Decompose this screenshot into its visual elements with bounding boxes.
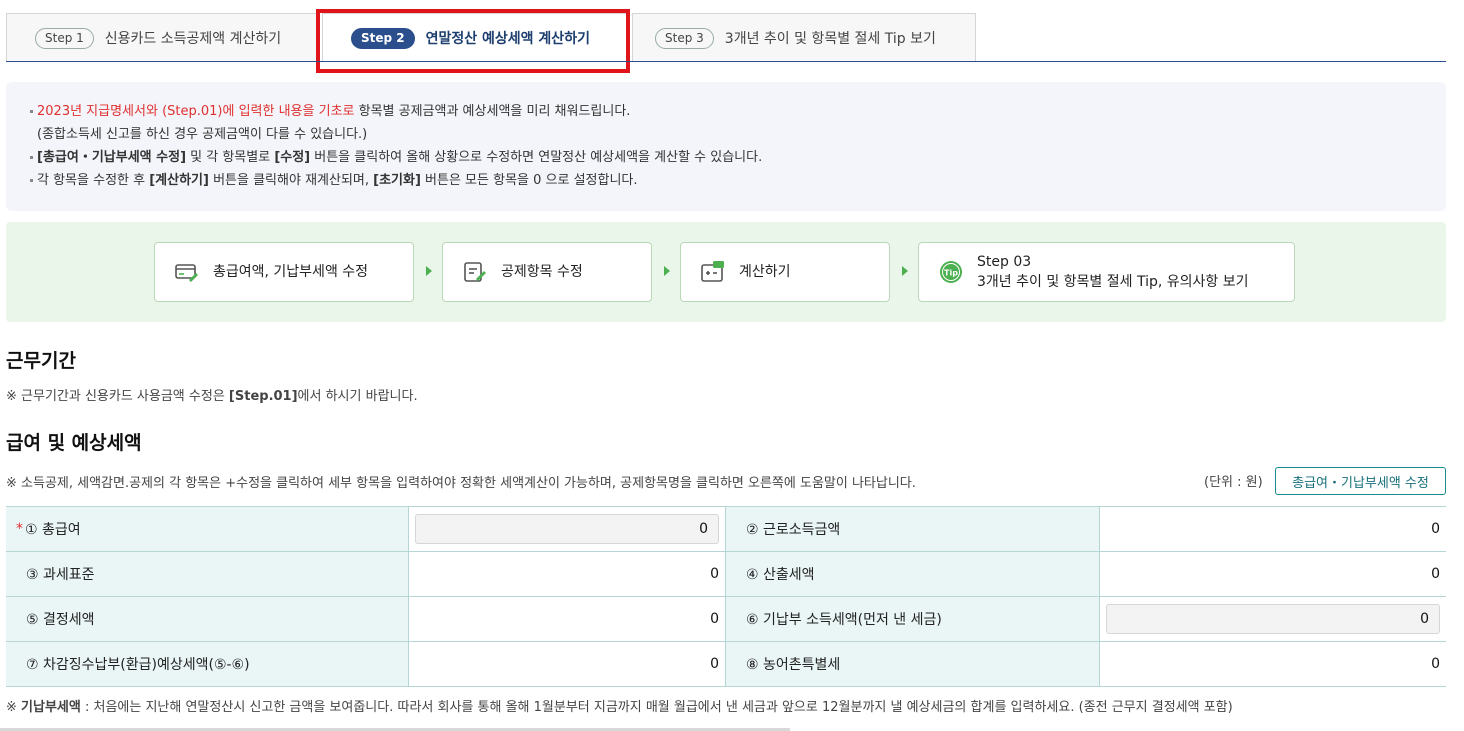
determined-tax-value: 0	[409, 597, 726, 641]
flow-edit-salary-button[interactable]: 총급여액, 기납부세액 수정	[154, 242, 414, 302]
tab-step3-pill: Step 3	[655, 27, 714, 49]
notice-line-3: 각 항목을 수정한 후 [계산하기] 버튼을 클릭해야 재계산되며, [초기화]…	[30, 169, 1422, 192]
note-text: 에서 하시기 바랍니다.	[297, 389, 418, 404]
calculator-icon	[701, 261, 724, 282]
footnote-bold: 기납부세액	[21, 700, 81, 715]
footnote-text: ※	[6, 700, 22, 715]
prepaid-tax-value: 0	[1100, 597, 1446, 641]
notice-bold: [총급여・기납부세액 수정]	[37, 150, 187, 165]
notice-bold: [계산하기]	[149, 173, 209, 188]
total-salary-input[interactable]: 0	[415, 514, 719, 544]
row-label: ① 총급여	[25, 522, 81, 538]
note-text: ※ 근무기간과 신용카드 사용금액 수정은	[6, 389, 229, 404]
salary-note: ※ 소득공제, 세액감면.공제의 각 항목은 +수정을 클릭하여 세부 항목을 …	[6, 476, 916, 491]
earned-income-label[interactable]: ② 근로소득금액	[726, 507, 1100, 551]
unit-label: (단위 : 원)	[1204, 475, 1263, 490]
work-period-note: ※ 근무기간과 신용카드 사용금액 수정은 [Step.01]에서 하시기 바랍…	[6, 385, 418, 404]
notice-highlight: 2023년 지급명세서와 (Step.01)에 입력한 내용을 기초로	[37, 104, 355, 119]
prepaid-tax-footnote: ※ 기납부세액 : 처음에는 지난해 연말정산시 신고한 금액을 보여줍니다. …	[6, 696, 1233, 715]
notice-text: 각 항목을 수정한 후	[37, 173, 150, 188]
notice-line-1: 2023년 지급명세서와 (Step.01)에 입력한 내용을 기초로 항목별 …	[30, 100, 1422, 123]
tab-step3-label: 3개년 추이 및 항목별 절세 Tip 보기	[724, 31, 936, 47]
work-period-title: 근무기간	[6, 350, 76, 372]
refund-estimate-label[interactable]: ⑦ 차감징수납부(환급)예상세액(⑤-⑥)	[6, 642, 409, 686]
rural-special-tax-label[interactable]: ⑧ 농어촌특별세	[726, 642, 1100, 686]
flow-step1-label: 총급여액, 기납부세액 수정	[213, 264, 369, 280]
flow-arrow-icon	[902, 266, 908, 276]
determined-tax-label[interactable]: ⑤ 결정세액	[6, 597, 409, 641]
notice-line-1-cont: (종합소득세 신고를 하신 경우 공제금액이 다를 수 있습니다.)	[37, 127, 368, 142]
flow-step4-text: Step 03 3개년 추이 및 항목별 절세 Tip, 유의사항 보기	[977, 252, 1249, 292]
flow-step2-label: 공제항목 수정	[501, 264, 583, 280]
notice-text: 및 각 항목별로	[186, 150, 275, 165]
total-salary-value: 0	[409, 507, 726, 551]
notice-text: 항목별 공제금액과 예상세액을 미리 채워드립니다.	[354, 104, 631, 119]
card-edit-icon	[175, 264, 198, 282]
calculated-tax-label[interactable]: ④ 산출세액	[726, 552, 1100, 596]
notice-bold: [수정]	[274, 150, 311, 165]
table-row: ⑤ 결정세액 0 ⑥ 기납부 소득세액(먼저 낸 세금) 0	[6, 597, 1446, 642]
document-edit-icon	[464, 262, 486, 282]
tax-base-value: 0	[409, 552, 726, 596]
prepaid-tax-label[interactable]: ⑥ 기납부 소득세액(먼저 낸 세금)	[726, 597, 1100, 641]
notice-text: 버튼은 모든 항목을 0 으로 설정합니다.	[420, 173, 638, 188]
rural-special-tax-value: 0	[1431, 656, 1440, 672]
footnote-text: : 처음에는 지난해 연말정산시 신고한 금액을 보여줍니다. 따라서 회사를 …	[80, 700, 1233, 715]
info-notice: 2023년 지급명세서와 (Step.01)에 입력한 내용을 기초로 항목별 …	[6, 82, 1446, 211]
flow-arrow-icon	[664, 266, 670, 276]
flow-step4-desc: 3개년 추이 및 항목별 절세 Tip, 유의사항 보기	[977, 274, 1249, 290]
notice-text: 버튼을 클릭하여 올해 상황으로 수정하면 연말정산 예상세액을 계산할 수 있…	[310, 150, 763, 165]
tab-divider	[6, 61, 1446, 62]
earned-income-value: 0	[1431, 521, 1440, 537]
notice-line-2: [총급여・기납부세액 수정] 및 각 항목별로 [수정] 버튼을 클릭하여 올해…	[30, 146, 1422, 169]
tab-step1-pill: Step 1	[35, 27, 94, 49]
flow-arrow-icon	[426, 266, 432, 276]
table-row: ⑦ 차감징수납부(환급)예상세액(⑤-⑥) 0 ⑧ 농어촌특별세 0	[6, 642, 1446, 687]
calculated-tax-value: 0	[1431, 566, 1440, 582]
note-bold: [Step.01]	[228, 389, 298, 404]
active-tab-highlight	[316, 9, 630, 73]
required-star: *	[16, 521, 23, 537]
flow-step4-title: Step 03	[977, 254, 1032, 270]
tab-step3[interactable]: Step 3 3개년 추이 및 항목별 절세 Tip 보기	[632, 13, 976, 62]
flow-calculate-button[interactable]: 계산하기	[680, 242, 890, 302]
refund-estimate-value: 0	[409, 642, 726, 686]
tab-step1[interactable]: Step 1 신용카드 소득공제액 계산하기	[6, 13, 318, 62]
edit-salary-tax-button[interactable]: 총급여・기납부세액 수정	[1275, 467, 1446, 495]
prepaid-tax-input[interactable]: 0	[1106, 604, 1440, 634]
flow-step3-label: 계산하기	[739, 264, 791, 280]
flow-step3-tips-button[interactable]: Tip Step 03 3개년 추이 및 항목별 절세 Tip, 유의사항 보기	[918, 242, 1295, 302]
tab-step1-label: 신용카드 소득공제액 계산하기	[104, 31, 282, 47]
tax-base-label[interactable]: ③ 과세표준	[6, 552, 409, 596]
notice-bold: [초기화]	[373, 173, 421, 188]
salary-table: * ① 총급여 0 ② 근로소득금액 0 ③ 과세표준 0 ④ 산출세액 0 ⑤ …	[6, 506, 1446, 687]
process-flow: 총급여액, 기납부세액 수정 공제항목 수정 계산하기 Tip Step 03	[6, 222, 1446, 322]
total-salary-label[interactable]: * ① 총급여	[6, 507, 409, 551]
tip-badge-icon: Tip	[940, 261, 962, 283]
salary-title: 급여 및 예상세액	[6, 432, 142, 454]
flow-edit-deductions-button[interactable]: 공제항목 수정	[442, 242, 652, 302]
notice-text: 버튼을 클릭해야 재계산되며,	[208, 173, 374, 188]
table-row: * ① 총급여 0 ② 근로소득금액 0	[6, 507, 1446, 552]
tip-badge-text: Tip	[944, 269, 958, 278]
table-row: ③ 과세표준 0 ④ 산출세액 0	[6, 552, 1446, 597]
